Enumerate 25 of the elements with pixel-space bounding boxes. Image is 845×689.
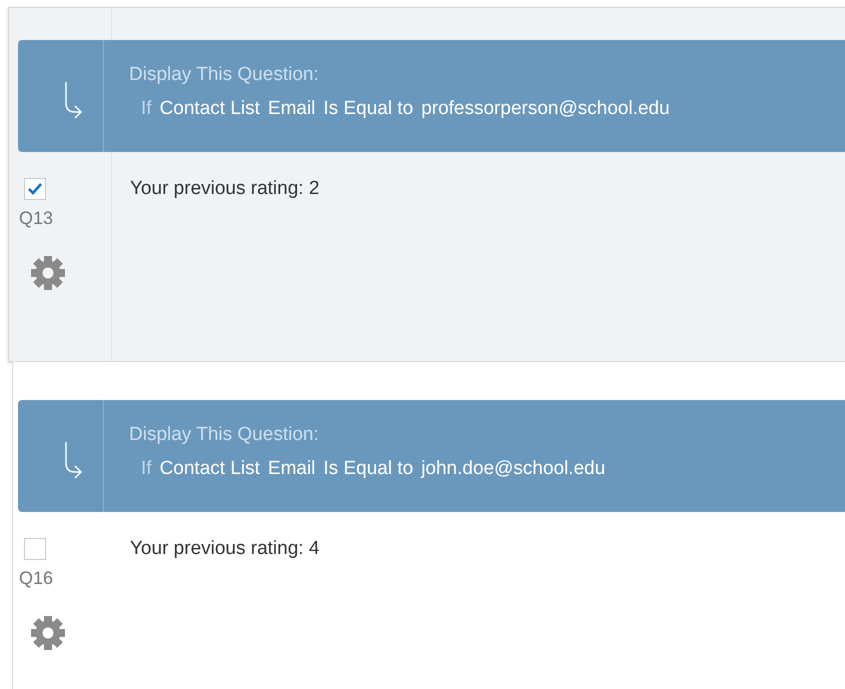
condition-term: Email (268, 98, 316, 120)
checkmark-icon (27, 182, 43, 196)
display-logic-title: Display This Question: (129, 64, 320, 86)
settings-icon[interactable] (30, 615, 66, 651)
question-number: Q13 (19, 208, 54, 229)
display-logic-title: Display This Question: (129, 424, 320, 446)
condition-term: Is Equal to (323, 458, 414, 480)
condition-term: Contact List (160, 98, 260, 120)
arrow-icon (63, 81, 83, 119)
question-text: Your previous rating: 2 (130, 178, 320, 200)
condition-keyword: If (141, 98, 152, 120)
settings-icon[interactable] (30, 255, 66, 291)
condition-term: Contact List (160, 458, 260, 480)
condition-term: Email (268, 458, 316, 480)
condition-term: professorperson@school.edu (421, 98, 670, 120)
condition-term: Is Equal to (323, 98, 414, 120)
checkbox[interactable] (24, 538, 46, 560)
condition-keyword: If (141, 458, 152, 480)
question-number: Q16 (19, 568, 54, 589)
question-text: Your previous rating: 4 (130, 538, 320, 560)
question-block[interactable]: Display This Question: If Contact List Email Is Equal to john.doe@school.edu Q16 Your previous rating: 4 (12, 362, 845, 689)
question-block[interactable]: Display This Question: If Contact List Email Is Equal to professorperson@school.edu Q13 Your previous rating: 2 (8, 7, 845, 362)
condition-term: john.doe@school.edu (421, 458, 606, 480)
checkbox[interactable] (24, 178, 46, 200)
arrow-icon (63, 441, 83, 479)
